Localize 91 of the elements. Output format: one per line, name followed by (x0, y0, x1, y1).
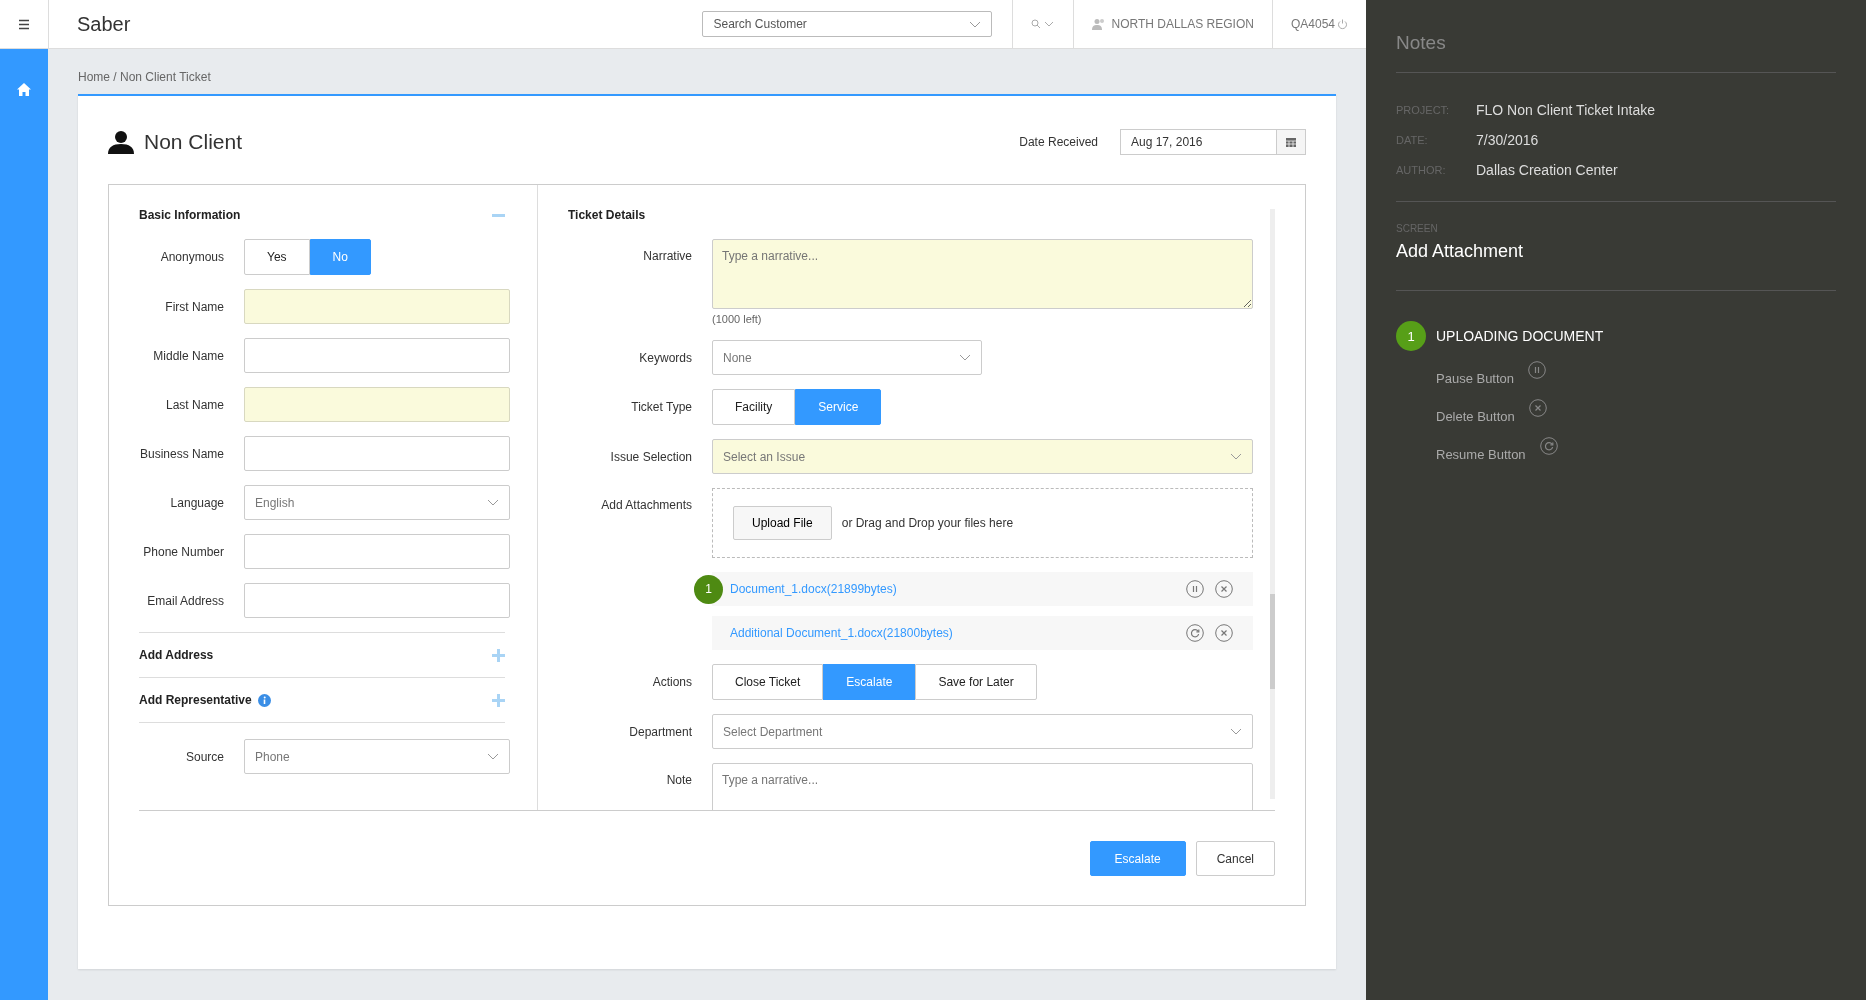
region-label[interactable]: NORTH DALLAS REGION (1111, 17, 1254, 31)
step-badge: 1 (694, 574, 723, 604)
text-field[interactable] (244, 289, 510, 324)
toggle-option[interactable]: Close Ticket (712, 664, 824, 700)
user-id[interactable]: QA4054 (1290, 17, 1335, 31)
calendar-icon[interactable] (1286, 137, 1296, 147)
refresh-icon (1539, 437, 1558, 455)
section-title: Add Address (139, 648, 214, 662)
notes-title: Notes (1396, 32, 1446, 53)
chevron-down-icon (487, 753, 499, 760)
chevron-down-icon (1230, 728, 1242, 735)
character-counter: (1000 left) (712, 313, 762, 325)
pause-icon (1528, 361, 1547, 379)
upload-button[interactable]: Upload File (733, 506, 832, 540)
screen-title: Add Attachment (1396, 241, 1524, 261)
step-badge: 1 (1396, 321, 1426, 351)
plus-icon[interactable] (492, 693, 505, 707)
person-icon (108, 130, 134, 154)
toggle-option[interactable]: Escalate (823, 664, 916, 700)
step-title: UPLOADING DOCUMENT (1436, 328, 1604, 344)
toggle-option[interactable]: Save for Later (915, 664, 1037, 700)
note-item: Resume Button (1436, 446, 1526, 462)
refresh-icon[interactable] (1186, 624, 1204, 642)
field-label: Ticket Type (631, 400, 692, 414)
field-label: Last Name (165, 397, 224, 412)
chevron-down-icon (1230, 453, 1242, 460)
chevron-down-icon (487, 499, 499, 506)
field-label: Keywords (639, 350, 692, 365)
field-label: Actions (652, 675, 692, 689)
scrollbar[interactable] (1270, 209, 1275, 799)
drop-zone[interactable]: Upload File or Drag and Drop your files here (712, 488, 1253, 558)
file-link[interactable]: Additional Document_1.docx(21800bytes) (730, 626, 1186, 640)
close-icon[interactable] (1215, 624, 1233, 642)
close-icon (1528, 399, 1547, 417)
field-label: First Name (165, 299, 224, 314)
home-icon[interactable] (17, 83, 31, 96)
field-label: Issue Selection (610, 449, 692, 464)
note-field[interactable]: Type a narrative... (712, 763, 1253, 810)
field-label: Add Attachments (601, 497, 692, 512)
field-label: Middle Name (153, 348, 224, 363)
close-icon[interactable] (1215, 580, 1233, 598)
dropdown-field[interactable]: None (712, 340, 982, 375)
field-label: Source (185, 749, 224, 764)
menu-icon[interactable] (18, 18, 30, 30)
field-label: Business Name (139, 446, 224, 461)
escalate-button[interactable]: Escalate (1089, 841, 1186, 876)
toggle-option[interactable]: Yes (244, 239, 310, 275)
field-label: Phone Number (143, 544, 224, 559)
toggle-option[interactable]: No (309, 239, 371, 275)
text-field[interactable] (244, 436, 510, 471)
file-link[interactable]: Document_1.docx(21899bytes) (730, 582, 1186, 596)
field-label: Anonymous (160, 250, 224, 264)
note-item: Delete Button (1436, 408, 1515, 424)
field-label: Department (629, 724, 692, 739)
breadcrumb: Home / Non Client Ticket (78, 70, 211, 84)
dropdown-field[interactable]: Select Department (712, 714, 1253, 749)
field-label: Email Address (147, 593, 224, 608)
field-label: Narrative (643, 248, 692, 263)
note-item: Pause Button (1436, 370, 1515, 386)
plus-icon[interactable] (492, 648, 505, 662)
toggle-option[interactable]: Facility (712, 389, 796, 425)
users-icon (1092, 18, 1107, 30)
section-title: Add Representative (139, 693, 252, 707)
field-label: Note (666, 772, 692, 787)
dropdown-field[interactable]: Select an Issue (712, 439, 1253, 474)
search-icon[interactable] (1031, 19, 1056, 29)
cancel-button[interactable]: Cancel (1195, 841, 1275, 876)
dropdown-field[interactable]: English (244, 485, 510, 520)
power-icon[interactable] (1337, 18, 1348, 30)
info-icon[interactable] (257, 693, 271, 707)
chevron-down-icon (959, 354, 971, 361)
section-title: Basic Information (139, 208, 241, 222)
meta-value: Dallas Creation Center (1476, 162, 1619, 178)
search-field[interactable]: Search Customer (702, 11, 993, 37)
text-field[interactable] (244, 583, 510, 618)
meta-value: FLO Non Client Ticket Intake (1476, 102, 1656, 118)
app-title: Saber (77, 12, 132, 36)
pause-icon[interactable] (1186, 580, 1204, 598)
drop-hint: or Drag and Drop your files here (841, 516, 1014, 530)
chevron-down-icon (969, 20, 982, 28)
text-field[interactable] (244, 534, 510, 569)
dropdown-field[interactable]: Phone (244, 739, 510, 774)
text-field[interactable] (244, 338, 510, 373)
section-title: Ticket Details (568, 208, 646, 222)
field-label: Language (170, 495, 224, 510)
meta-value: 7/30/2016 (1476, 132, 1540, 148)
narrative-field[interactable]: Type a narrative... (712, 239, 1253, 309)
field-label: Date Received (1019, 135, 1098, 149)
page-title: Non Client (144, 130, 244, 154)
text-field[interactable] (244, 387, 510, 422)
toggle-option[interactable]: Service (795, 389, 882, 425)
